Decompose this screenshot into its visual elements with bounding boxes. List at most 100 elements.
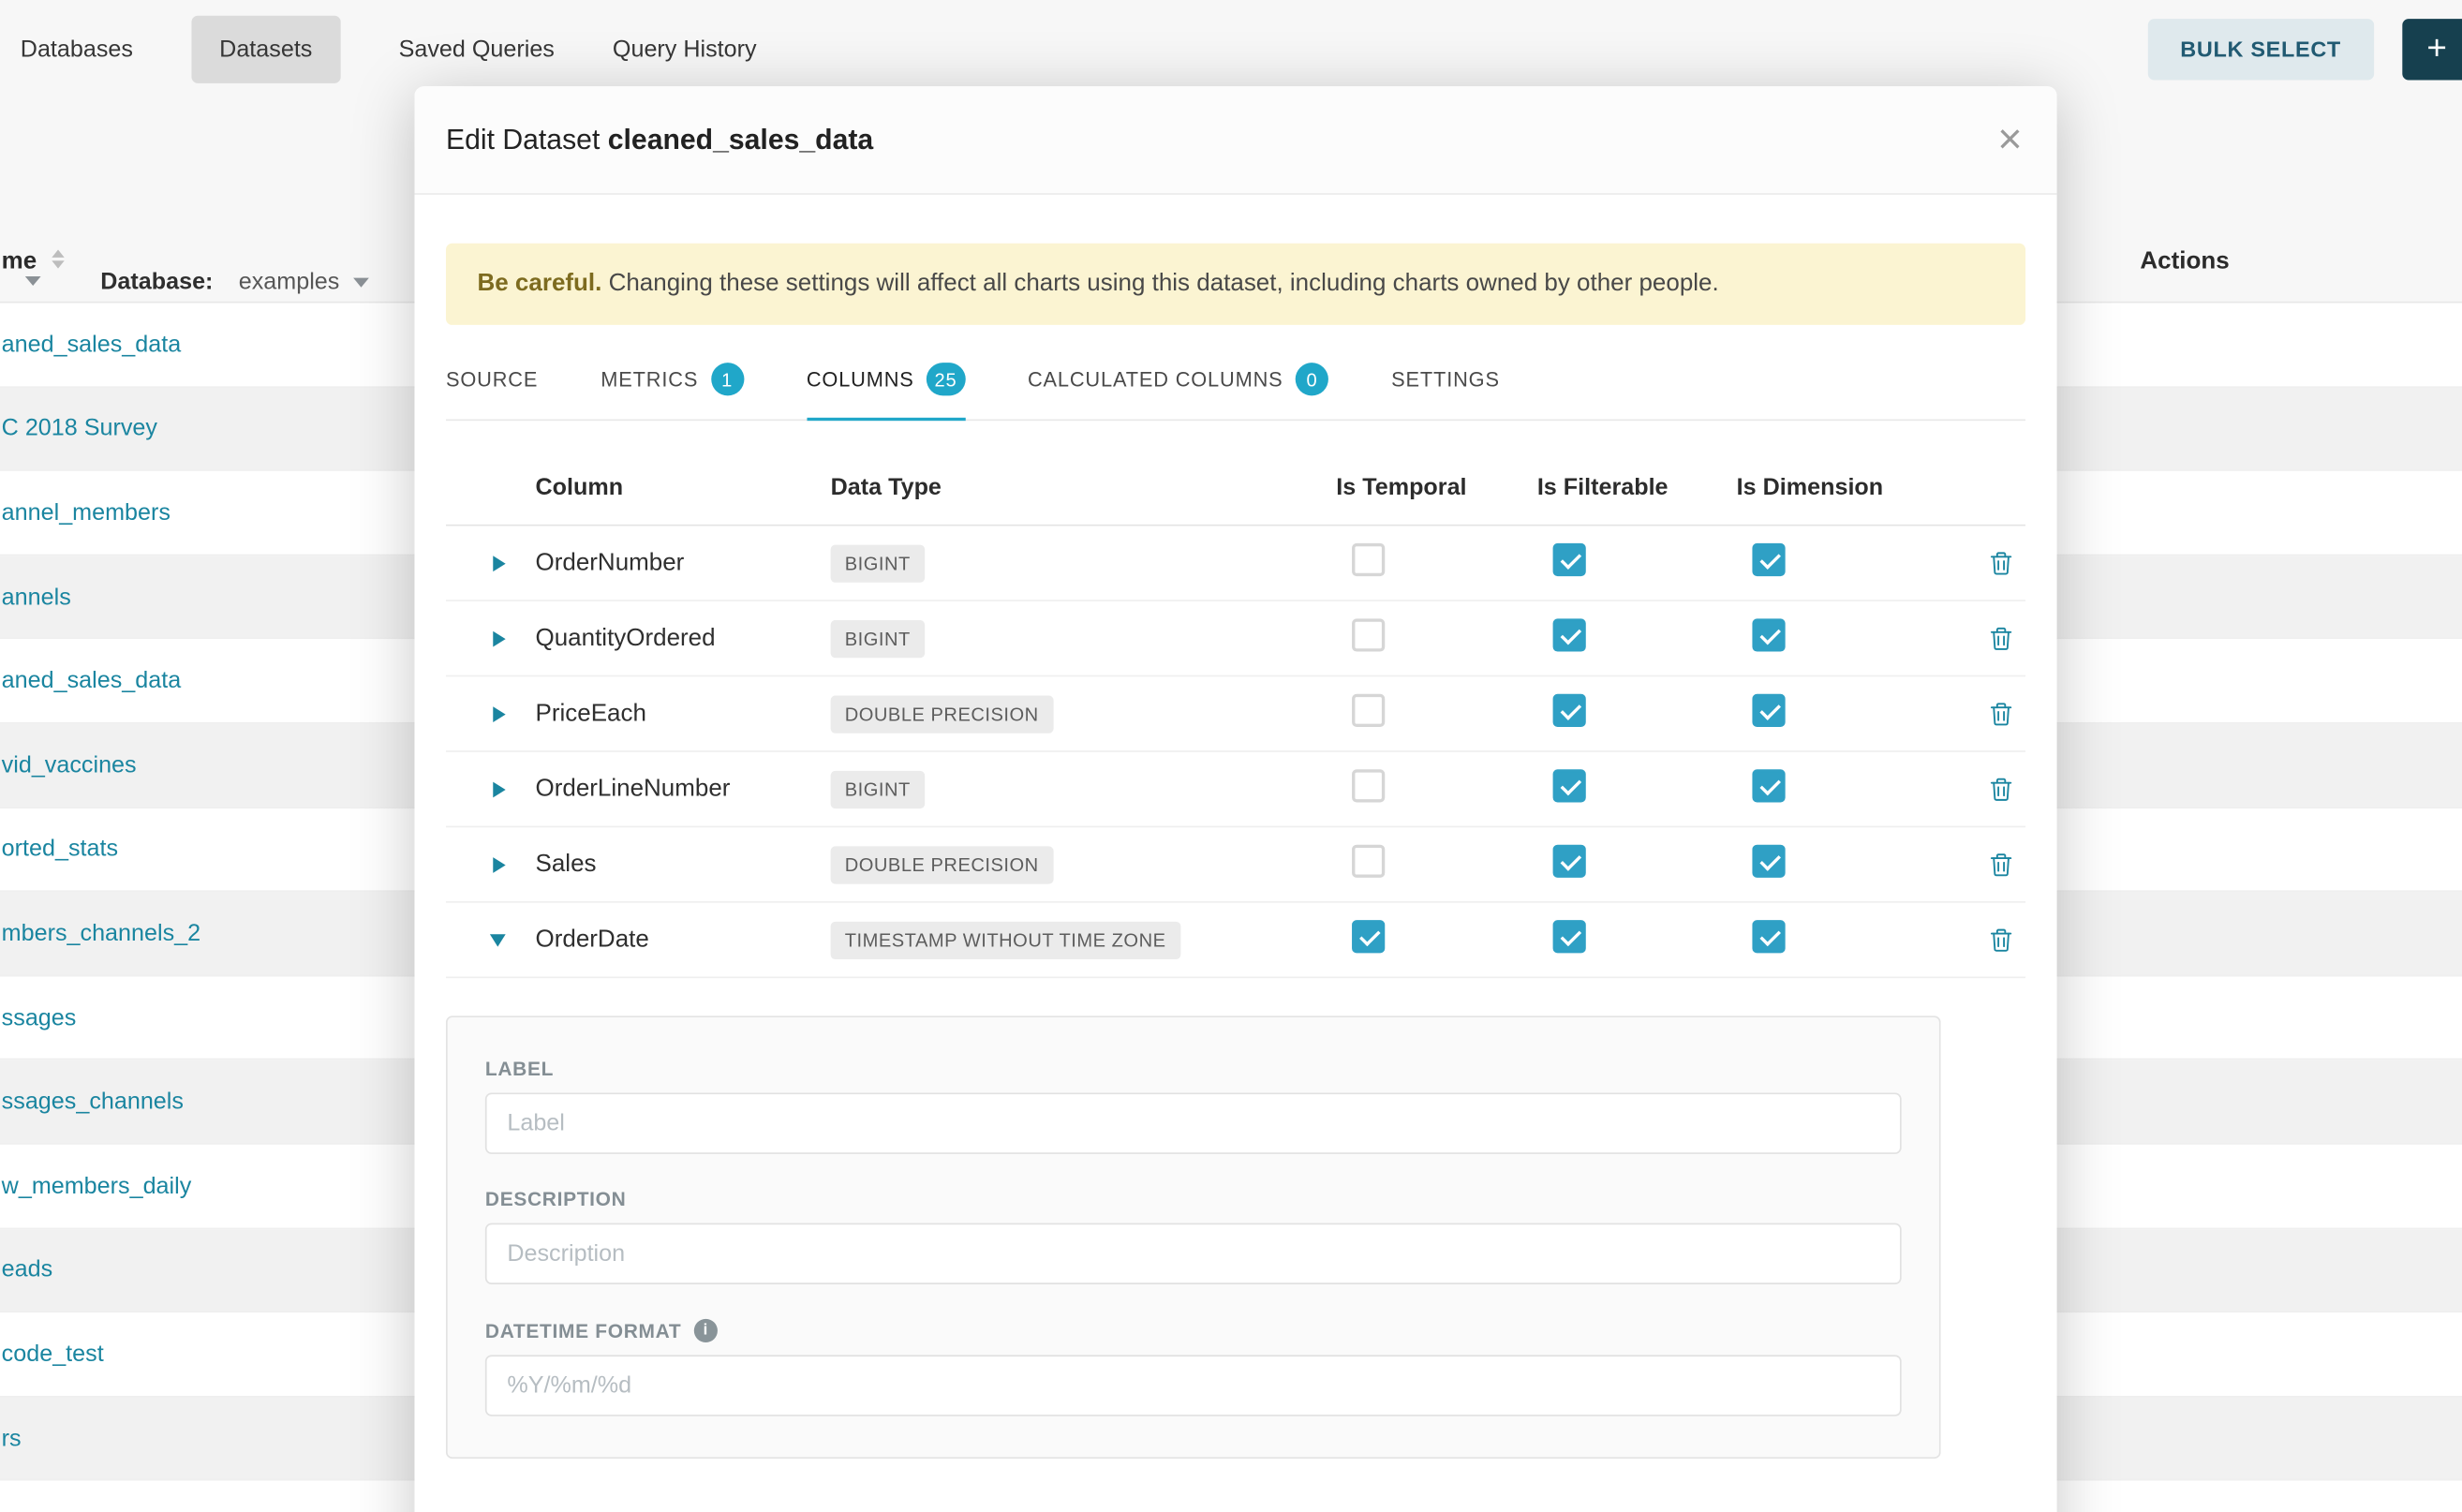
is-filterable-checkbox[interactable]: [1553, 919, 1586, 952]
is-temporal-checkbox[interactable]: [1352, 919, 1385, 952]
expand-caret-icon[interactable]: [493, 555, 505, 571]
delete-icon[interactable]: [1990, 626, 2013, 651]
is-filterable-checkbox[interactable]: [1553, 542, 1586, 575]
add-dataset-button[interactable]: +: [2402, 18, 2462, 79]
tab-count-badge: 0: [1296, 363, 1328, 395]
tab-columns[interactable]: COLUMNS 25: [807, 353, 965, 421]
is-dimension-checkbox[interactable]: [1752, 768, 1785, 801]
expand-caret-icon[interactable]: [493, 781, 505, 797]
column-name: OrderDate: [509, 926, 804, 954]
data-type-pill: DOUBLE PRECISION: [831, 695, 1053, 733]
modal-dataset-name: cleaned_sales_data: [608, 124, 873, 156]
delete-icon[interactable]: [1990, 777, 2013, 802]
dataset-link[interactable]: ssages_channels: [0, 1089, 184, 1115]
tab-settings[interactable]: SETTINGS: [1391, 353, 1500, 419]
column-header: Is Temporal: [1298, 473, 1500, 499]
column-row: Sales DOUBLE PRECISION: [446, 827, 2025, 902]
dataset-link[interactable]: code_test: [0, 1341, 104, 1367]
actions-column-header: Actions: [2140, 248, 2229, 276]
nav-item-saved-queries[interactable]: Saved Queries: [399, 15, 555, 82]
database-filter-label: Database:: [100, 269, 213, 295]
warning-banner: Be careful. Changing these settings will…: [446, 244, 2025, 325]
tab-label: SETTINGS: [1391, 367, 1500, 391]
dataset-link[interactable]: orted_stats: [0, 836, 118, 862]
dataset-link[interactable]: ssages: [0, 1004, 76, 1030]
dataset-link[interactable]: annels: [0, 584, 71, 610]
dataset-link[interactable]: aned_sales_data: [0, 668, 181, 694]
field-label-text: LABEL: [485, 1059, 554, 1080]
data-type-pill: BIGINT: [831, 544, 925, 582]
chevron-down-icon[interactable]: [25, 276, 41, 286]
field-label-text: DATETIME FORMAT: [485, 1320, 681, 1342]
nav-item-databases[interactable]: Databases: [21, 15, 133, 82]
dataset-link[interactable]: C 2018 Survey: [0, 415, 157, 441]
column-name: PriceEach: [509, 700, 804, 728]
label-input[interactable]: [485, 1093, 1902, 1154]
data-type-pill: TIMESTAMP WITHOUT TIME ZONE: [831, 921, 1180, 958]
is-dimension-checkbox[interactable]: [1752, 919, 1785, 952]
database-filter-select[interactable]: examples: [239, 269, 369, 295]
dataset-link[interactable]: rs: [0, 1425, 22, 1451]
column-row: OrderLineNumber BIGINT: [446, 752, 2025, 827]
edit-dataset-modal: Edit Dataset cleaned_sales_data × Be car…: [414, 86, 2056, 1512]
is-temporal-checkbox[interactable]: [1352, 844, 1385, 877]
is-filterable-checkbox[interactable]: [1553, 844, 1586, 877]
is-dimension-checkbox[interactable]: [1752, 693, 1785, 726]
is-filterable-checkbox[interactable]: [1553, 693, 1586, 726]
tab-calculated-columns[interactable]: CALCULATED COLUMNS 0: [1028, 353, 1328, 419]
column-row: PriceEach DOUBLE PRECISION: [446, 676, 2025, 751]
expand-caret-icon[interactable]: [490, 933, 506, 945]
expand-caret-icon[interactable]: [493, 856, 505, 872]
delete-icon[interactable]: [1990, 852, 2013, 877]
label-field-label: LABEL: [485, 1059, 1902, 1080]
column-name: OrderNumber: [509, 549, 804, 577]
column-name: OrderLineNumber: [509, 775, 804, 803]
is-filterable-checkbox[interactable]: [1553, 618, 1586, 651]
tab-label: METRICS: [601, 367, 698, 391]
sort-icon[interactable]: [52, 249, 64, 268]
delete-icon[interactable]: [1990, 550, 2013, 575]
column-detail-form: LABEL DESCRIPTION DATETIME FORMAT i: [446, 1015, 1941, 1459]
delete-icon[interactable]: [1990, 701, 2013, 726]
database-filter-value: examples: [239, 269, 340, 295]
delete-icon[interactable]: [1990, 927, 2013, 953]
tab-source[interactable]: SOURCE: [446, 353, 538, 419]
close-icon[interactable]: ×: [1997, 119, 2022, 161]
description-field-label: DESCRIPTION: [485, 1189, 1902, 1210]
nav-item-datasets[interactable]: Datasets: [191, 15, 341, 82]
is-dimension-checkbox[interactable]: [1752, 618, 1785, 651]
warning-text: Changing these settings will affect all …: [609, 270, 1719, 296]
info-icon[interactable]: i: [694, 1319, 718, 1342]
screen: Databases Datasets Saved Queries Query H…: [0, 0, 2462, 1512]
tab-label: CALCULATED COLUMNS: [1028, 367, 1283, 391]
dataset-link[interactable]: mbers_channels_2: [0, 920, 200, 946]
is-temporal-checkbox[interactable]: [1352, 768, 1385, 801]
dataset-link[interactable]: vid_vaccines: [0, 751, 137, 778]
chevron-down-icon: [353, 278, 369, 288]
modal-title-prefix: Edit Dataset: [446, 124, 600, 156]
expand-caret-icon[interactable]: [493, 705, 505, 721]
data-type-pill: BIGINT: [831, 619, 925, 657]
is-filterable-checkbox[interactable]: [1553, 768, 1586, 801]
is-temporal-checkbox[interactable]: [1352, 618, 1385, 651]
description-input[interactable]: [485, 1223, 1902, 1284]
dataset-link[interactable]: w_members_daily: [0, 1173, 191, 1199]
is-temporal-checkbox[interactable]: [1352, 542, 1385, 575]
expand-caret-icon[interactable]: [493, 630, 505, 646]
bulk-select-button[interactable]: BULK SELECT: [2147, 18, 2374, 79]
is-dimension-checkbox[interactable]: [1752, 542, 1785, 575]
is-dimension-checkbox[interactable]: [1752, 844, 1785, 877]
data-type-pill: DOUBLE PRECISION: [831, 846, 1053, 883]
dataset-link[interactable]: aned_sales_data: [0, 331, 181, 357]
is-temporal-checkbox[interactable]: [1352, 693, 1385, 726]
columns-table-header: Column Data Type Is Temporal Is Filterab…: [446, 449, 2025, 526]
datetime-format-input[interactable]: [485, 1355, 1902, 1416]
nav-item-query-history[interactable]: Query History: [613, 15, 757, 82]
dataset-link[interactable]: annel_members: [0, 499, 171, 526]
modal-header: Edit Dataset cleaned_sales_data ×: [414, 86, 2056, 195]
tab-metrics[interactable]: METRICS 1: [601, 353, 744, 419]
tab-label: COLUMNS: [807, 367, 914, 391]
modal-tabs: SOURCE METRICS 1 COLUMNS 25 CALCULATED C…: [446, 353, 2025, 421]
dataset-link[interactable]: eads: [0, 1256, 52, 1282]
column-header: Column: [509, 473, 804, 499]
